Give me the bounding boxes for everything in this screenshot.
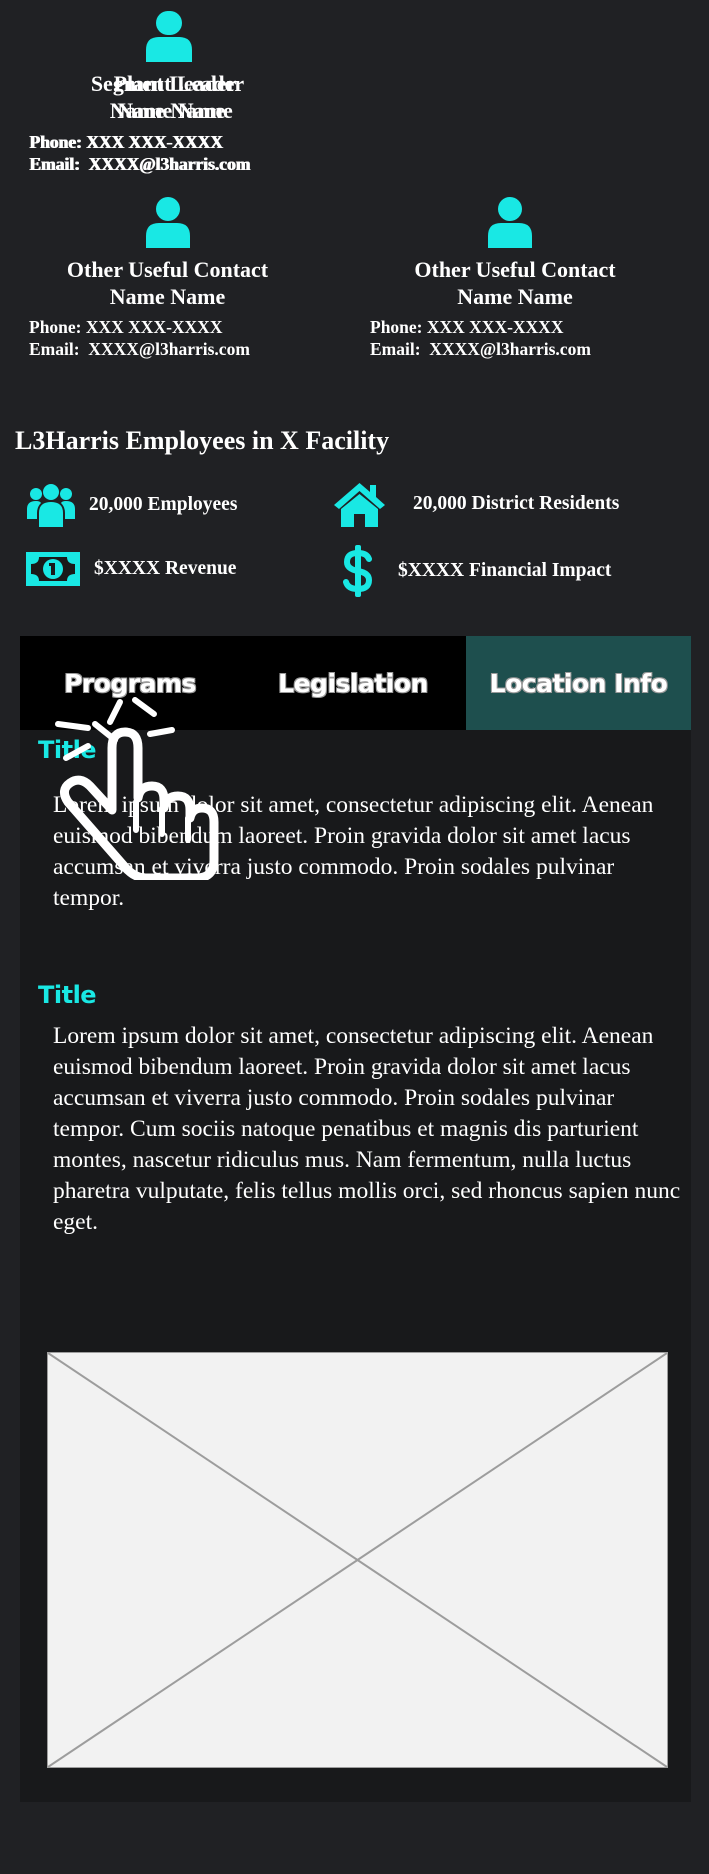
contact-name: Name Name — [117, 98, 233, 123]
contact-email[interactable]: Email: XXXX@l3harris.com — [29, 338, 250, 360]
stat-label: $XXXX Financial Impact — [398, 560, 612, 581]
contact-role: Other Useful Contact — [66, 257, 269, 282]
stat-residents: 20,000 District Residents — [332, 481, 619, 527]
stat-label: 20,000 District Residents — [413, 493, 620, 514]
person-icon — [145, 197, 190, 248]
tab-legislation[interactable]: Legislation — [240, 636, 466, 730]
stat-revenue: $XXXX Revenue — [26, 552, 236, 586]
dollar-sign-icon — [343, 545, 373, 597]
contact-card: Other Useful Contact Name Name Phone: XX… — [340, 186, 680, 372]
stat-label: $XXXX Revenue — [94, 558, 237, 579]
stat-financial-impact: $XXXX Financial Impact — [343, 545, 611, 597]
hand-pointer-icon — [55, 697, 219, 880]
stat-label: 20,000 Employees — [89, 494, 238, 515]
person-icon — [488, 197, 532, 248]
contact-card: Plant Leader Name Name Phone: XXX XXX-XX… — [0, 0, 340, 186]
employees-heading: L3Harris Employees in X Facility — [15, 426, 390, 455]
contact-email[interactable]: Email: XXXX@l3harris.com — [30, 153, 251, 175]
contact-name: Name Name — [109, 284, 226, 309]
contact-role: Other Useful Contact — [414, 257, 616, 282]
contact-details: Phone: XXX XXX-XXXX Email: XXXX@l3harris.… — [30, 131, 251, 175]
contact-card: Other Useful Contact Name Name Phone: XX… — [0, 186, 335, 372]
person-icon — [148, 11, 192, 62]
contact-details: Phone: XXX XXX-XXXX Email: XXXX@l3harris.… — [29, 316, 250, 360]
contact-name: Name Name — [457, 284, 573, 309]
money-bill-icon — [26, 552, 80, 586]
stat-employees: 20,000 Employees — [27, 483, 237, 527]
section-body: Lorem ipsum dolor sit amet, consectetur … — [53, 1023, 681, 1235]
contact-phone: Phone: XXX XXX-XXXX — [370, 317, 564, 337]
contact-role: Plant Leader — [113, 71, 237, 96]
contact-phone: Phone: XXX XXX-XXXX — [29, 317, 223, 337]
tab-location-info[interactable]: Location Info — [466, 636, 691, 730]
contact-email[interactable]: Email: XXXX@l3harris.com — [370, 338, 591, 360]
house-icon — [334, 483, 385, 527]
section-title: Title — [38, 981, 97, 1009]
image-placeholder — [47, 1352, 668, 1768]
image-placeholder-icon — [48, 1353, 667, 1767]
contact-phone: Phone: XXX XXX-XXXX — [30, 132, 224, 152]
contact-details: Phone: XXX XXX-XXXX Email: XXXX@l3harris.… — [370, 316, 591, 360]
users-icon — [27, 484, 75, 527]
